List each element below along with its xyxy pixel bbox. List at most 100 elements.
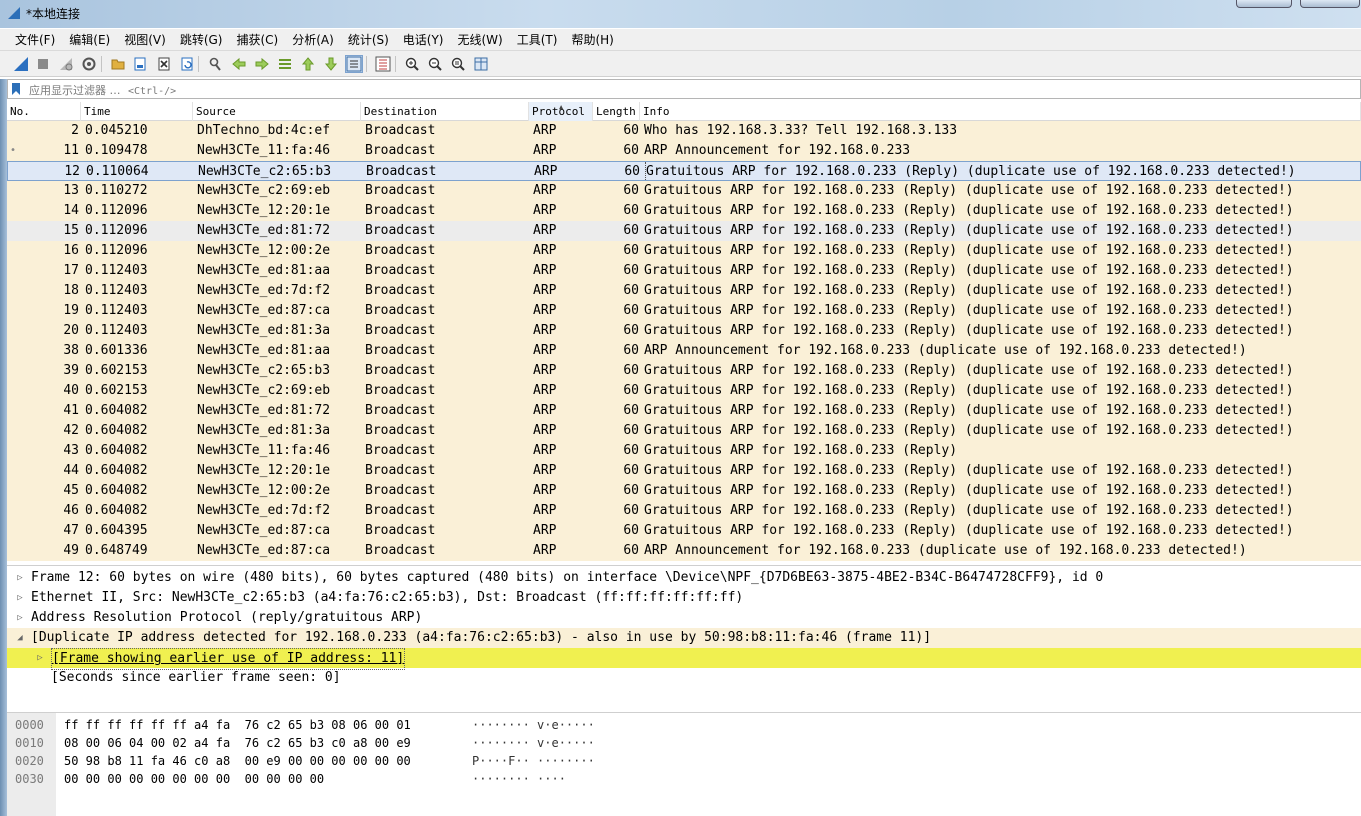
packet-length: 60 <box>623 483 639 498</box>
menu-item-7[interactable]: 电话(Y) <box>396 30 451 50</box>
menu-item-5[interactable]: 分析(A) <box>285 30 341 50</box>
column-header-source[interactable]: Source <box>193 102 361 121</box>
detail-tree-item[interactable]: ▷ Frame 12: 60 bytes on wire (480 bits), … <box>7 568 1361 588</box>
menu-item-6[interactable]: 统计(S) <box>341 30 396 50</box>
hex-bytes[interactable]: 50 98 b8 11 fa 46 c0 a8 00 e9 00 00 00 0… <box>64 752 411 770</box>
packet-row[interactable]: 49 0.648749 NewH3CTe_ed:87:ca Broadcast ARP 6… <box>7 541 1361 561</box>
menu-item-1[interactable]: 编辑(E) <box>62 30 117 50</box>
display-filter-bar[interactable]: 应用显示过滤器 … <Ctrl-/> <box>7 79 1361 99</box>
hex-bytes[interactable]: ff ff ff ff ff ff a4 fa 76 c2 65 b3 08 0… <box>64 716 411 734</box>
shark-fin-start-button[interactable] <box>12 55 30 73</box>
packet-row[interactable]: 15 0.112096 NewH3CTe_ed:81:72 Broadcast ARP 6… <box>7 221 1361 241</box>
last-packet-button[interactable] <box>322 55 340 73</box>
packet-row[interactable]: • 11 0.109478 NewH3CTe_11:fa:46 Broadcast ARP… <box>7 141 1361 161</box>
row-mark-icon <box>10 421 22 441</box>
packet-length: 60 <box>623 143 639 158</box>
detail-tree-item[interactable]: ◢ [Duplicate IP address detected for 192.… <box>7 628 1361 648</box>
zoom-normal-icon <box>451 57 465 71</box>
detail-tree-item[interactable]: ▷ [Frame showing earlier use of IP addres… <box>7 648 1361 670</box>
packet-row[interactable]: 14 0.112096 NewH3CTe_12:20:1e Broadcast ARP 6… <box>7 201 1361 221</box>
stop-button[interactable] <box>34 55 52 73</box>
expand-arrow-icon[interactable]: ▷ <box>14 568 26 588</box>
packet-time: 0.110064 <box>86 164 149 179</box>
go-to-packet-button[interactable] <box>276 55 294 73</box>
packet-protocol: ARP <box>533 483 557 498</box>
resize-columns-button[interactable] <box>472 55 490 73</box>
open-folder-button[interactable] <box>109 55 127 73</box>
packet-row[interactable]: 41 0.604082 NewH3CTe_ed:81:72 Broadcast ARP 6… <box>7 401 1361 421</box>
packet-row[interactable]: 19 0.112403 NewH3CTe_ed:87:ca Broadcast ARP 6… <box>7 301 1361 321</box>
packet-row[interactable]: 18 0.112403 NewH3CTe_ed:7d:f2 Broadcast ARP 6… <box>7 281 1361 301</box>
first-packet-button[interactable] <box>299 55 317 73</box>
packet-destination: Broadcast <box>365 183 436 198</box>
packet-row[interactable]: 47 0.604395 NewH3CTe_ed:87:ca Broadcast ARP 6… <box>7 521 1361 541</box>
packet-row[interactable]: 20 0.112403 NewH3CTe_ed:81:3a Broadcast ARP 6… <box>7 321 1361 341</box>
filter-shortcut: <Ctrl-/> <box>128 86 177 97</box>
expand-arrow-icon[interactable]: ▷ <box>14 588 26 608</box>
packet-row[interactable]: 40 0.602153 NewH3CTe_c2:69:eb Broadcast ARP 6… <box>7 381 1361 401</box>
column-header-destination[interactable]: Destination <box>361 102 529 121</box>
packet-number: 16 <box>63 243 79 258</box>
bookmark-icon[interactable] <box>11 82 21 96</box>
options-gear-button[interactable] <box>80 55 98 73</box>
restart-button[interactable] <box>57 55 75 73</box>
column-header-time[interactable]: Time <box>81 102 193 121</box>
hex-ascii[interactable]: ········ ···· <box>472 770 566 788</box>
menu-item-9[interactable]: 工具(T) <box>510 30 565 50</box>
packet-row[interactable]: 46 0.604082 NewH3CTe_ed:7d:f2 Broadcast ARP 6… <box>7 501 1361 521</box>
hex-offset[interactable]: 0030 <box>15 770 44 788</box>
zoom-in-button[interactable] <box>403 55 421 73</box>
column-header-protocol[interactable]: Protocol ▲ <box>529 102 593 121</box>
hex-bytes[interactable]: 00 00 00 00 00 00 00 00 00 00 00 00 <box>64 770 324 788</box>
packet-row[interactable]: 44 0.604082 NewH3CTe_12:20:1e Broadcast ARP 6… <box>7 461 1361 481</box>
go-forward-button[interactable] <box>253 55 271 73</box>
find-button[interactable] <box>206 55 224 73</box>
column-header-no[interactable]: No. <box>7 102 81 121</box>
hex-offset[interactable]: 0010 <box>15 734 44 752</box>
packet-row[interactable]: 16 0.112096 NewH3CTe_12:00:2e Broadcast ARP 6… <box>7 241 1361 261</box>
packet-row[interactable]: 42 0.604082 NewH3CTe_ed:81:3a Broadcast ARP 6… <box>7 421 1361 441</box>
packet-time: 0.112403 <box>85 263 148 278</box>
menu-item-4[interactable]: 捕获(C) <box>229 30 285 50</box>
packet-row[interactable]: 12 0.110064 NewH3CTe_c2:65:b3 Broadcast ARP 6… <box>7 161 1361 182</box>
expand-arrow-icon[interactable]: ▷ <box>34 648 46 668</box>
detail-tree-item[interactable]: ▷ Address Resolution Protocol (reply/grat… <box>7 608 1361 628</box>
close-file-button[interactable] <box>155 55 173 73</box>
packet-row[interactable]: 17 0.112403 NewH3CTe_ed:81:aa Broadcast ARP 6… <box>7 261 1361 281</box>
packet-length: 60 <box>623 543 639 558</box>
go-back-button[interactable] <box>230 55 248 73</box>
autoscroll-button[interactable] <box>345 55 363 73</box>
hex-ascii[interactable]: P····F·· ········ <box>472 752 595 770</box>
detail-tree-item[interactable]: ▷ Ethernet II, Src: NewH3CTe_c2:65:b3 (a4… <box>7 588 1361 608</box>
reload-button[interactable] <box>178 55 196 73</box>
zoom-out-button[interactable] <box>426 55 444 73</box>
window-close-control[interactable] <box>1300 0 1360 8</box>
colorize-button[interactable] <box>374 55 392 73</box>
hex-ascii[interactable]: ········ v·e····· <box>472 716 595 734</box>
menu-item-8[interactable]: 无线(W) <box>451 30 510 50</box>
column-header-info[interactable]: Info <box>640 102 1361 121</box>
packet-row[interactable]: 39 0.602153 NewH3CTe_c2:65:b3 Broadcast ARP 6… <box>7 361 1361 381</box>
detail-tree-item[interactable]: [Seconds since earlier frame seen: 0] <box>7 668 1361 688</box>
packet-row[interactable]: 45 0.604082 NewH3CTe_12:00:2e Broadcast ARP 6… <box>7 481 1361 501</box>
hex-offset[interactable]: 0000 <box>15 716 44 734</box>
save-file-button[interactable] <box>131 55 149 73</box>
packet-row[interactable]: 2 0.045210 DhTechno_bd:4c:ef Broadcast ARP 60… <box>7 121 1361 141</box>
zoom-normal-button[interactable] <box>449 55 467 73</box>
expand-arrow-icon[interactable]: ▷ <box>14 608 26 628</box>
collapse-arrow-icon[interactable]: ◢ <box>14 628 26 648</box>
window-controls[interactable] <box>1236 0 1292 8</box>
hex-bytes[interactable]: 08 00 06 04 00 02 a4 fa 76 c2 65 b3 c0 a… <box>64 734 411 752</box>
hex-offset[interactable]: 0020 <box>15 752 44 770</box>
detail-text: [Duplicate IP address detected for 192.1… <box>31 630 932 645</box>
packet-row[interactable]: 13 0.110272 NewH3CTe_c2:69:eb Broadcast ARP 6… <box>7 181 1361 201</box>
menu-item-10[interactable]: 帮助(H) <box>564 30 620 50</box>
menu-item-2[interactable]: 视图(V) <box>117 30 173 50</box>
column-header-length[interactable]: Length <box>593 102 640 121</box>
packet-row[interactable]: 43 0.604082 NewH3CTe_11:fa:46 Broadcast ARP 6… <box>7 441 1361 461</box>
packet-row[interactable]: 38 0.601336 NewH3CTe_ed:81:aa Broadcast ARP 6… <box>7 341 1361 361</box>
packet-time: 0.604395 <box>85 523 148 538</box>
hex-ascii[interactable]: ········ v·e····· <box>472 734 595 752</box>
menu-item-0[interactable]: 文件(F) <box>8 30 62 50</box>
menu-item-3[interactable]: 跳转(G) <box>173 30 230 50</box>
